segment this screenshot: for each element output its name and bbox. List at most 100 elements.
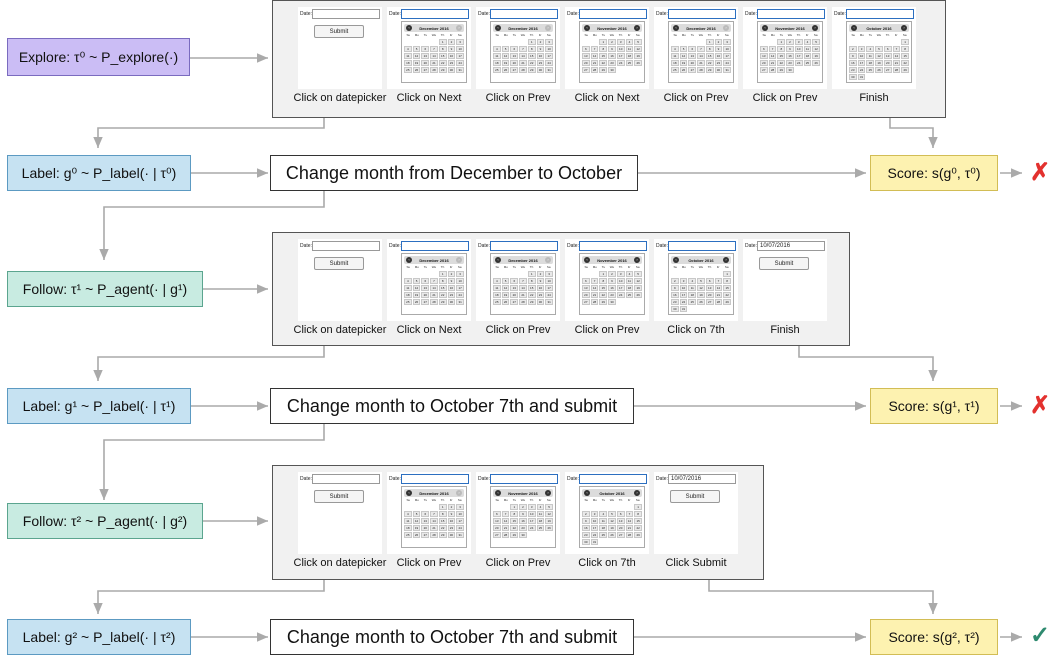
calendar-day[interactable]: 27 bbox=[582, 67, 590, 73]
calendar-day[interactable]: 3 bbox=[857, 46, 866, 52]
calendar-day[interactable]: 13 bbox=[705, 285, 714, 291]
calendar-day[interactable]: 15 bbox=[438, 518, 447, 524]
calendar-day[interactable]: 4 bbox=[625, 271, 634, 277]
calendar-day[interactable]: 29 bbox=[901, 67, 909, 73]
calendar-day[interactable]: 12 bbox=[679, 53, 688, 59]
calendar-day[interactable]: 18 bbox=[493, 60, 501, 66]
calendar-day[interactable]: 15 bbox=[599, 285, 608, 291]
calendar-day[interactable]: 20 bbox=[510, 292, 519, 298]
calendar-day[interactable]: 2 bbox=[447, 39, 456, 45]
calendar-day[interactable]: 14 bbox=[625, 518, 634, 524]
calendar-day[interactable]: 11 bbox=[404, 518, 412, 524]
calendar-day[interactable]: 6 bbox=[582, 46, 590, 52]
calendar-day[interactable]: 21 bbox=[768, 60, 777, 66]
calendar-day[interactable]: 2 bbox=[714, 39, 723, 45]
calendar-day[interactable]: 10 bbox=[616, 46, 625, 52]
date-input[interactable]: 10/07/2016 bbox=[757, 241, 825, 251]
calendar-day[interactable]: 16 bbox=[519, 518, 527, 524]
calendar-day[interactable]: 10 bbox=[857, 53, 866, 59]
calendar-day[interactable]: 8 bbox=[599, 278, 608, 284]
calendar-day[interactable]: 13 bbox=[510, 285, 519, 291]
calendar-day[interactable]: 21 bbox=[892, 60, 901, 66]
calendar-day[interactable]: 8 bbox=[438, 46, 447, 52]
next-month-icon[interactable]: › bbox=[901, 25, 907, 31]
calendar-day[interactable]: 30 bbox=[519, 532, 527, 538]
calendar-day[interactable]: 11 bbox=[599, 518, 608, 524]
calendar-day[interactable]: 10 bbox=[456, 511, 464, 517]
calendar-day[interactable]: 12 bbox=[875, 53, 883, 59]
calendar-day[interactable]: 13 bbox=[510, 53, 519, 59]
calendar-day[interactable]: 5 bbox=[412, 278, 421, 284]
calendar-day[interactable]: 23 bbox=[447, 525, 456, 531]
calendar-day[interactable]: 20 bbox=[421, 525, 430, 531]
calendar-day[interactable]: 6 bbox=[883, 46, 892, 52]
calendar-day[interactable]: 19 bbox=[412, 292, 421, 298]
calendar-day[interactable]: 5 bbox=[501, 278, 510, 284]
calendar-day[interactable]: 18 bbox=[866, 60, 875, 66]
calendar-day[interactable]: 30 bbox=[786, 67, 794, 73]
calendar-day[interactable]: 9 bbox=[608, 278, 616, 284]
calendar-day[interactable]: 2 bbox=[671, 278, 679, 284]
calendar-day[interactable]: 9 bbox=[447, 46, 456, 52]
calendar-day[interactable]: 16 bbox=[582, 525, 590, 531]
calendar-day[interactable]: 31 bbox=[545, 299, 553, 305]
calendar-day[interactable]: 9 bbox=[671, 285, 679, 291]
submit-button[interactable]: Submit bbox=[670, 490, 720, 503]
calendar-day[interactable]: 30 bbox=[536, 67, 545, 73]
calendar-day[interactable]: 12 bbox=[697, 285, 705, 291]
calendar-day[interactable]: 3 bbox=[545, 271, 553, 277]
calendar-day[interactable]: 7 bbox=[714, 278, 723, 284]
calendar-day[interactable]: 11 bbox=[625, 46, 634, 52]
calendar-day[interactable]: 31 bbox=[456, 532, 464, 538]
calendar-day[interactable]: 18 bbox=[625, 53, 634, 59]
calendar-day[interactable]: 3 bbox=[590, 511, 599, 517]
prev-month-icon[interactable]: ‹ bbox=[495, 490, 501, 496]
calendar-day[interactable]: 10 bbox=[723, 46, 731, 52]
calendar-day[interactable]: 25 bbox=[404, 532, 412, 538]
calendar-day[interactable]: 17 bbox=[679, 292, 688, 298]
calendar-day[interactable]: 13 bbox=[421, 285, 430, 291]
calendar-day[interactable]: 3 bbox=[527, 504, 536, 510]
calendar-day[interactable]: 12 bbox=[545, 511, 553, 517]
calendar-day[interactable]: 11 bbox=[866, 53, 875, 59]
calendar-day[interactable]: 8 bbox=[777, 46, 786, 52]
calendar-day[interactable]: 6 bbox=[510, 46, 519, 52]
calendar-day[interactable]: 13 bbox=[883, 53, 892, 59]
calendar-day[interactable]: 7 bbox=[519, 46, 527, 52]
calendar-day[interactable]: 29 bbox=[777, 67, 786, 73]
calendar-day[interactable]: 9 bbox=[536, 46, 545, 52]
calendar-day[interactable]: 29 bbox=[438, 299, 447, 305]
calendar-day[interactable]: 23 bbox=[447, 60, 456, 66]
calendar-day[interactable]: 19 bbox=[679, 60, 688, 66]
calendar-day[interactable]: 15 bbox=[438, 285, 447, 291]
next-month-icon[interactable]: › bbox=[545, 490, 551, 496]
calendar-day[interactable]: 26 bbox=[545, 525, 553, 531]
calendar-day[interactable]: 18 bbox=[688, 292, 697, 298]
calendar-day[interactable]: 31 bbox=[456, 67, 464, 73]
datepicker-calendar[interactable]: December 2016 ‹ › Su Mo Tu We Th Fr Sa 1 2 3 4 5 6 7 8 9 10… bbox=[401, 486, 467, 548]
calendar-day[interactable]: 3 bbox=[616, 39, 625, 45]
next-month-icon[interactable]: › bbox=[545, 25, 551, 31]
calendar-day[interactable]: 13 bbox=[688, 53, 697, 59]
calendar-day[interactable]: 12 bbox=[812, 46, 820, 52]
calendar-day[interactable]: 10 bbox=[527, 511, 536, 517]
calendar-day[interactable]: 14 bbox=[714, 285, 723, 291]
calendar-day[interactable]: 21 bbox=[697, 60, 705, 66]
calendar-day[interactable]: 17 bbox=[456, 53, 464, 59]
calendar-day[interactable]: 16 bbox=[608, 285, 616, 291]
calendar-day[interactable]: 28 bbox=[768, 67, 777, 73]
datepicker-calendar[interactable]: November 2016 ‹ › Su Mo Tu We Th Fr Sa 1 2 3 4 5 6 7 8 9 10… bbox=[579, 21, 645, 83]
prev-month-icon[interactable]: ‹ bbox=[406, 257, 412, 263]
calendar-day[interactable]: 12 bbox=[634, 278, 642, 284]
calendar-day[interactable]: 6 bbox=[688, 46, 697, 52]
calendar-day[interactable]: 30 bbox=[447, 299, 456, 305]
calendar-day[interactable]: 5 bbox=[634, 39, 642, 45]
calendar-day[interactable]: 6 bbox=[760, 46, 768, 52]
calendar-day[interactable]: 22 bbox=[438, 525, 447, 531]
next-month-icon[interactable]: › bbox=[634, 25, 640, 31]
date-input[interactable] bbox=[668, 241, 736, 251]
calendar-day[interactable]: 24 bbox=[679, 299, 688, 305]
calendar-day[interactable]: 28 bbox=[697, 67, 705, 73]
calendar-day[interactable]: 23 bbox=[447, 292, 456, 298]
calendar-day[interactable]: 14 bbox=[501, 518, 510, 524]
